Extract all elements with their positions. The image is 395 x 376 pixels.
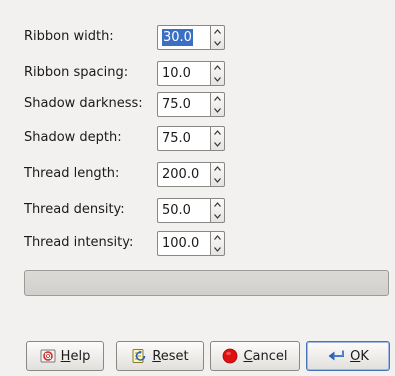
- ribbon-spacing-spin-buttons[interactable]: [210, 61, 225, 86]
- shadow-depth-spinner[interactable]: 75.0: [157, 126, 225, 151]
- thread-density-field[interactable]: 50.0: [157, 198, 210, 223]
- cancel-button-label: Cancel: [243, 349, 287, 364]
- ribbon-width-spinner[interactable]: 30.0: [157, 25, 225, 50]
- thread-intensity-spin-buttons[interactable]: [210, 231, 225, 256]
- cancel-label-rest: ancel: [252, 348, 288, 364]
- spin-down-icon[interactable]: [211, 38, 224, 50]
- spin-up-icon[interactable]: [211, 93, 224, 105]
- thread-length-spin-buttons[interactable]: [210, 162, 225, 187]
- ok-label-rest: K: [360, 348, 369, 364]
- thread-density-spin-buttons[interactable]: [210, 198, 225, 223]
- spin-down-icon[interactable]: [211, 244, 224, 256]
- thread-length-field[interactable]: 200.0: [157, 162, 210, 187]
- spin-down-icon[interactable]: [211, 211, 224, 223]
- help-button[interactable]: Help: [26, 341, 104, 371]
- ok-button-label: OK: [350, 349, 369, 364]
- spin-down-icon[interactable]: [211, 139, 224, 151]
- spin-down-icon[interactable]: [211, 74, 224, 86]
- ribbon-spacing-row: Ribbon spacing:: [24, 60, 128, 86]
- dialog-button-row: Help Reset Cancel OK: [0, 341, 395, 371]
- cancel-button[interactable]: Cancel: [210, 341, 300, 371]
- spin-up-icon[interactable]: [211, 26, 224, 38]
- shadow-depth-label: Shadow depth:: [24, 130, 122, 145]
- reset-hotkey: R: [152, 348, 161, 364]
- reset-icon: [131, 348, 147, 364]
- thread-intensity-row: Thread intensity:: [24, 230, 133, 256]
- ok-button[interactable]: OK: [306, 341, 390, 371]
- cancel-hotkey: C: [243, 348, 253, 364]
- progress-bar: [24, 270, 389, 296]
- ok-hotkey: O: [350, 348, 361, 364]
- spin-up-icon[interactable]: [211, 163, 224, 175]
- weave-dialog: Ribbon width: 30.0 Ribbon spacing: 10.0 …: [0, 0, 395, 376]
- spin-down-icon[interactable]: [211, 105, 224, 117]
- shadow-darkness-field[interactable]: 75.0: [157, 92, 210, 117]
- thread-length-row: Thread length:: [24, 161, 119, 187]
- reset-button[interactable]: Reset: [116, 341, 204, 371]
- cancel-icon: [222, 348, 238, 364]
- shadow-depth-row: Shadow depth:: [24, 125, 122, 151]
- thread-length-label: Thread length:: [24, 166, 120, 181]
- thread-density-label: Thread density:: [24, 202, 125, 217]
- spin-up-icon[interactable]: [211, 199, 224, 211]
- shadow-depth-spin-buttons[interactable]: [210, 126, 225, 151]
- thread-density-spinner[interactable]: 50.0: [157, 198, 225, 223]
- shadow-darkness-row: Shadow darkness:: [24, 91, 143, 117]
- shadow-darkness-spinner[interactable]: 75.0: [157, 92, 225, 117]
- ok-icon: [327, 349, 345, 363]
- ribbon-width-value: 30.0: [162, 29, 193, 46]
- thread-intensity-spinner[interactable]: 100.0: [157, 231, 225, 256]
- ribbon-width-label: Ribbon width:: [24, 29, 114, 44]
- ribbon-spacing-label: Ribbon spacing:: [24, 65, 129, 80]
- shadow-darkness-spin-buttons[interactable]: [210, 92, 225, 117]
- spin-down-icon[interactable]: [211, 175, 224, 187]
- spin-up-icon[interactable]: [211, 127, 224, 139]
- ribbon-width-spin-buttons[interactable]: [210, 25, 225, 50]
- reset-label-rest: eset: [160, 348, 189, 364]
- help-icon: [40, 348, 56, 364]
- spin-up-icon[interactable]: [211, 232, 224, 244]
- shadow-depth-field[interactable]: 75.0: [157, 126, 210, 151]
- shadow-darkness-label: Shadow darkness:: [24, 96, 143, 111]
- thread-intensity-label: Thread intensity:: [24, 235, 134, 250]
- ribbon-width-row: Ribbon width:: [24, 24, 114, 50]
- thread-density-row: Thread density:: [24, 197, 125, 223]
- help-button-label: Help: [61, 349, 91, 364]
- spin-up-icon[interactable]: [211, 62, 224, 74]
- thread-intensity-field[interactable]: 100.0: [157, 231, 210, 256]
- ribbon-spacing-spinner[interactable]: 10.0: [157, 61, 225, 86]
- reset-button-label: Reset: [152, 349, 188, 364]
- ribbon-spacing-field[interactable]: 10.0: [157, 61, 210, 86]
- help-label-rest: elp: [70, 348, 91, 364]
- thread-length-spinner[interactable]: 200.0: [157, 162, 225, 187]
- help-hotkey: H: [60, 348, 71, 364]
- ribbon-width-field[interactable]: 30.0: [157, 25, 210, 50]
